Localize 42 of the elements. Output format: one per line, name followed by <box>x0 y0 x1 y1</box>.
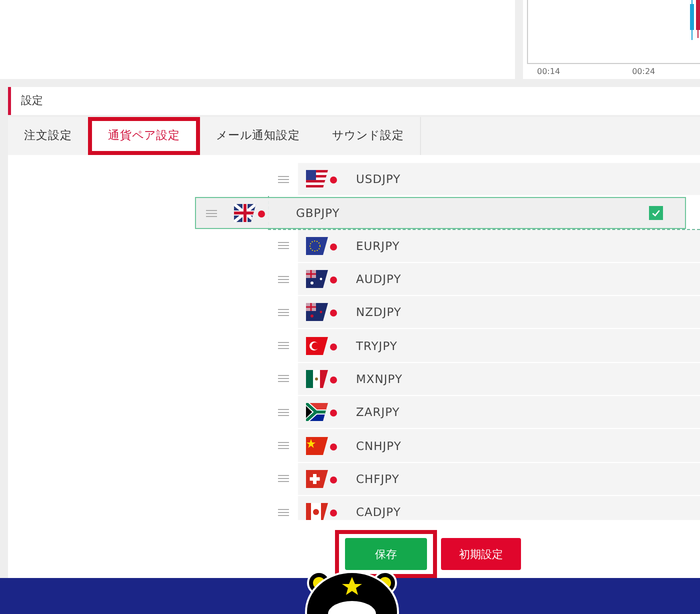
flag-icon <box>306 503 340 520</box>
currency-pair-row[interactable]: CADJPY <box>268 496 700 520</box>
currency-pair-row[interactable]: EURJPY <box>268 230 700 263</box>
currency-pair-row[interactable]: MXNJPY <box>268 362 700 396</box>
currency-pair-row[interactable]: CHFJPY <box>268 462 700 496</box>
tab[interactable]: メール通知設定 <box>200 116 316 155</box>
currency-pair-row[interactable]: NZDJPY <box>268 296 700 330</box>
checkmark-icon <box>651 208 661 218</box>
flag-icon <box>306 170 340 188</box>
currency-pair-name: CNHJPY <box>356 438 402 453</box>
currency-pair-row[interactable]: ZARJPY <box>268 396 700 430</box>
dragged-row[interactable]: GBPJPY <box>195 197 686 229</box>
flag-icon <box>306 403 340 422</box>
currency-pair-name: TRYJPY <box>356 338 398 353</box>
currency-pair-name: GBPJPY <box>296 206 341 220</box>
flag-icon <box>306 236 340 255</box>
currency-pair-name: ZARJPY <box>356 405 400 420</box>
flag-icon <box>306 436 340 455</box>
axis-label: 00:14 <box>537 67 560 76</box>
flag-icon <box>306 470 340 488</box>
currency-pair-row[interactable]: CNHJPY <box>268 429 700 463</box>
currency-pair-name: CADJPY <box>356 505 401 520</box>
flag-icon <box>306 336 340 355</box>
flag-icon <box>234 204 268 222</box>
flag-icon <box>306 270 340 288</box>
currency-pair-name: AUDJPY <box>356 272 402 286</box>
section-header: 設定 <box>8 86 700 115</box>
tab[interactable]: 注文設定 <box>8 116 88 155</box>
currency-pair-name: MXNJPY <box>356 372 403 386</box>
flag-icon <box>306 370 340 388</box>
currency-pair-row[interactable]: USDJPY <box>268 163 700 196</box>
currency-pair-name: EURJPY <box>356 238 400 253</box>
currency-pair-row[interactable]: TRYJPY <box>268 329 700 363</box>
currency-pair-name: NZDJPY <box>356 305 402 320</box>
tab[interactable]: 通貨ペア設定 <box>88 116 200 155</box>
checkbox[interactable] <box>649 206 663 220</box>
currency-pair-name: USDJPY <box>356 172 401 186</box>
currency-pair-name: CHFJPY <box>356 472 400 486</box>
currency-pair-row[interactable]: AUDJPY <box>268 262 700 296</box>
axis-label: 00:24 <box>632 67 656 76</box>
flag-icon <box>306 303 340 322</box>
reset-button[interactable]: 初期設定 <box>441 538 521 570</box>
